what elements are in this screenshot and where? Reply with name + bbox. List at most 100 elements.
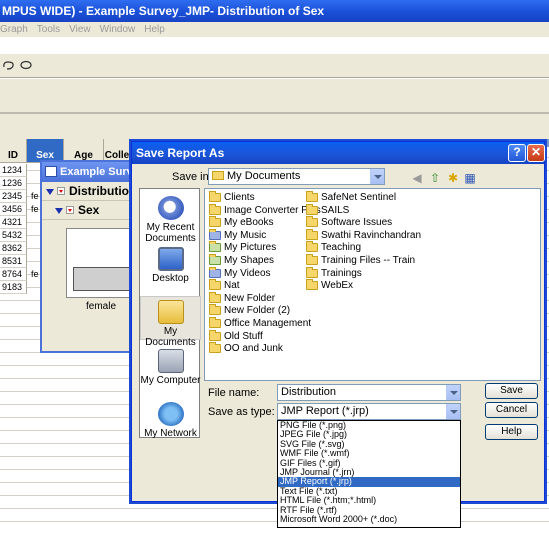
file-list-item[interactable]: SAILS (306, 203, 350, 217)
file-list-item[interactable]: Image Converter Plus (209, 203, 321, 217)
file-list-item-label: Software Issues (321, 217, 393, 229)
place-desktop[interactable]: Desktop (140, 247, 201, 284)
histogram-axis-label: female (85, 301, 116, 312)
cancel-button[interactable]: Cancel (485, 402, 538, 418)
row-id-cell[interactable]: 2345 (0, 190, 27, 203)
outline-sex[interactable]: Sex (42, 201, 138, 220)
close-icon[interactable]: ✕ (527, 144, 545, 162)
place-label: My Network (144, 428, 197, 439)
file-list-item[interactable]: Trainings (306, 266, 362, 280)
chevron-down-icon[interactable] (446, 404, 460, 419)
divider (0, 112, 549, 114)
menu-graph[interactable]: Graph (0, 22, 28, 37)
sex-cell[interactable]: fe (28, 203, 40, 216)
report-window-titlebar[interactable]: Example Survey (42, 162, 138, 182)
help-button[interactable]: Help (485, 424, 538, 440)
file-list-item[interactable]: Training Files -- Train (306, 254, 415, 267)
red-triangle-menu-icon[interactable] (57, 187, 65, 195)
sex-cell[interactable] (28, 177, 40, 190)
file-list-item[interactable]: WebEx (306, 279, 353, 292)
file-list-item[interactable]: New Folder (209, 291, 276, 305)
row-id-cell[interactable]: 8531 (0, 255, 27, 268)
sex-cell[interactable] (28, 281, 40, 294)
sex-cell[interactable] (28, 216, 40, 229)
save-as-type-dropdown[interactable]: PNG File (*.png) JPEG File (*.jpg) SVG Fil… (277, 420, 461, 528)
folder-icon (306, 254, 318, 265)
file-list-item[interactable]: My Videos (209, 266, 271, 280)
chevron-down-icon[interactable] (446, 385, 460, 400)
view-menu-icon[interactable]: ▦ (463, 171, 477, 185)
histogram-frame[interactable] (66, 228, 137, 298)
histogram-bar-female[interactable] (73, 267, 137, 291)
file-list-item-label: OO and Junk (224, 343, 283, 355)
help-icon[interactable]: ? (508, 144, 526, 162)
sex-cell[interactable]: fe (28, 268, 40, 281)
back-icon[interactable]: ◀ (410, 171, 424, 185)
file-list-item[interactable]: Nat (209, 279, 240, 292)
file-list-item-label: SafeNet Sentinel (321, 192, 397, 203)
file-list-item-label: New Folder (224, 292, 276, 304)
sex-cell[interactable] (28, 242, 40, 255)
file-list-item[interactable]: Office Management (209, 317, 311, 330)
folder-icon (306, 279, 318, 291)
save-as-type-select[interactable]: JMP Report (*.jrp) (277, 403, 461, 420)
sex-cell[interactable] (28, 164, 40, 177)
dialog-titlebar[interactable]: Save Report As ? ✕ (132, 142, 545, 164)
sex-cell[interactable]: fe (28, 190, 40, 203)
file-list-item[interactable]: My Shapes (209, 254, 274, 267)
file-list-item[interactable]: My Music (209, 228, 266, 242)
file-name-input[interactable]: Distribution (277, 384, 461, 401)
save-in-combo[interactable]: My Documents (208, 168, 385, 185)
row-id-cell[interactable]: 9183 (0, 281, 27, 294)
new-folder-icon[interactable]: ✱ (446, 171, 460, 185)
row-id-cell[interactable]: 3456 (0, 203, 27, 216)
file-list[interactable]: Clients Image Converter Plus My eBooks My M… (204, 188, 541, 381)
file-list-item[interactable]: OO and Junk (209, 342, 283, 355)
row-id-cell[interactable]: 5432 (0, 229, 27, 242)
file-list-item[interactable]: Software Issues (306, 216, 392, 229)
report-window-title: Example Survey (60, 166, 138, 178)
chevron-down-icon[interactable] (370, 169, 384, 184)
disclosure-triangle-icon[interactable] (46, 189, 54, 195)
file-list-item-label: Old Stuff (224, 330, 263, 342)
menu-window[interactable]: Window (100, 22, 136, 37)
save-type-option[interactable]: Microsoft Word 2000+ (*.doc) (278, 514, 460, 524)
lasso-icon[interactable] (2, 59, 16, 71)
row-id-cell[interactable]: 1234 (0, 164, 27, 177)
outline-distribution[interactable]: Distribution (42, 182, 138, 201)
file-list-item-label: SAILS (321, 204, 350, 216)
places-bar: My Recent Documents Desktop My Documents… (139, 188, 201, 439)
file-list-item[interactable]: Swathi Ravinchandran (306, 228, 422, 242)
file-list-item-label: Teaching (321, 242, 362, 254)
menu-tools[interactable]: Tools (37, 22, 60, 37)
file-list-item[interactable]: Clients (209, 191, 255, 204)
file-list-item[interactable]: SafeNet Sentinel (306, 191, 396, 204)
menu-view[interactable]: View (69, 22, 91, 37)
file-list-item[interactable]: Old Stuff (209, 329, 263, 343)
file-list-item[interactable]: My Pictures (209, 241, 276, 254)
up-folder-icon[interactable]: ⇧ (428, 171, 442, 185)
save-button[interactable]: Save (485, 383, 538, 399)
report-window[interactable]: Example Survey Distribution Sex female (40, 160, 140, 353)
ellipse-icon[interactable] (19, 59, 33, 71)
place-recent-documents[interactable]: My Recent Documents (140, 196, 201, 244)
file-list-item[interactable]: Teaching (306, 241, 361, 254)
file-list-item-label: Swathi Ravinchandran (321, 229, 422, 241)
row-id-cell[interactable]: 8362 (0, 242, 27, 255)
col-header-id[interactable]: ID (0, 139, 27, 163)
row-id-column: 1234 1236 2345 3456 4321 5432 8362 8531 8764 9183 (0, 164, 27, 294)
file-list-item[interactable]: My eBooks (209, 216, 273, 229)
place-my-computer[interactable]: My Computer (140, 349, 201, 386)
row-id-cell[interactable]: 4321 (0, 216, 27, 229)
place-my-documents[interactable]: My Documents (140, 296, 201, 348)
sex-cell[interactable] (28, 255, 40, 268)
row-id-cell[interactable]: 8764 (0, 268, 27, 281)
disclosure-triangle-icon[interactable] (55, 208, 63, 214)
sex-cell[interactable] (28, 229, 40, 242)
row-id-cell[interactable]: 1236 (0, 177, 27, 190)
menu-help[interactable]: Help (144, 22, 165, 37)
folder-icon (209, 203, 221, 215)
red-triangle-menu-icon[interactable] (66, 206, 74, 214)
file-list-item[interactable]: New Folder (2) (209, 304, 290, 317)
place-my-network[interactable]: My Network (140, 402, 201, 439)
